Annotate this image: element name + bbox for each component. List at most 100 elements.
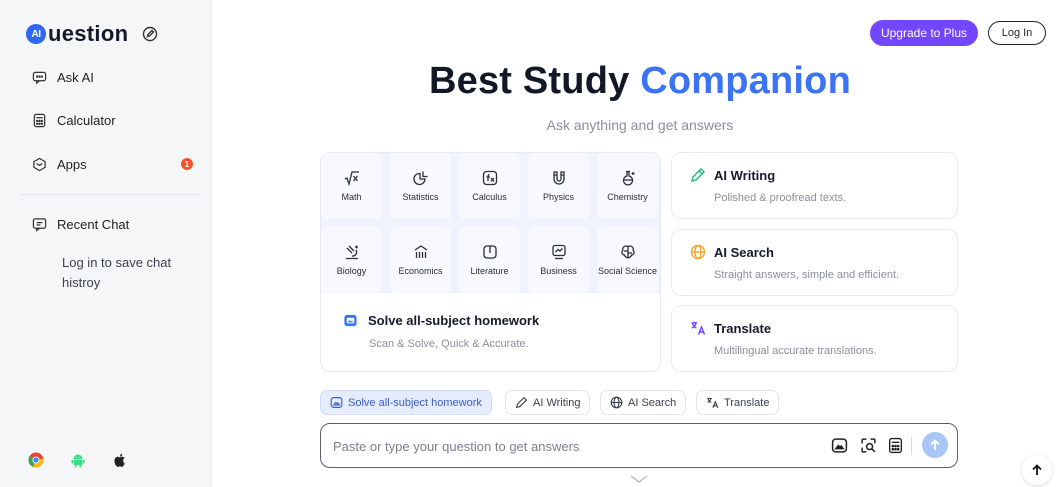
question-box xyxy=(320,423,958,468)
subject-tile-social-science[interactable]: Social Science xyxy=(597,227,658,293)
scroll-to-top-button[interactable] xyxy=(1022,455,1052,485)
feature-card-translate[interactable]: Translate Multilingual accurate translat… xyxy=(671,305,958,372)
sidebar-item-label: Ask AI xyxy=(57,70,94,85)
feature-title: AI Search xyxy=(714,245,774,260)
logo-badge: AI xyxy=(26,24,46,44)
chip-ai-search[interactable]: AI Search xyxy=(600,390,687,415)
translate-icon xyxy=(707,397,719,408)
subject-label: Business xyxy=(540,266,577,276)
sidebar-item-calculator[interactable]: Calculator xyxy=(32,113,116,128)
sidebar-item-ask-ai[interactable]: Ask AI xyxy=(32,70,94,85)
toolbar-divider xyxy=(911,437,912,455)
chip-label: AI Writing xyxy=(533,396,581,409)
apps-icon xyxy=(33,157,46,172)
chip-translate[interactable]: Translate xyxy=(696,390,780,415)
homework-card[interactable]: Math Statistics Calculus Physics Chemist… xyxy=(320,152,661,372)
feature-title: Translate xyxy=(714,321,772,336)
chevron-down-icon[interactable] xyxy=(630,474,648,484)
globe-icon xyxy=(690,244,706,260)
homework-title: Solve all-subject homework xyxy=(343,313,539,328)
chrome-icon[interactable] xyxy=(28,452,44,468)
title-accent: Companion xyxy=(640,60,852,102)
apple-icon[interactable] xyxy=(112,452,128,468)
chip-label: Translate xyxy=(724,396,770,409)
subject-label: Biology xyxy=(336,266,367,276)
page-subtitle: Ask anything and get answers xyxy=(546,117,734,133)
sidebar-item-label: Apps xyxy=(57,157,87,172)
chat-icon xyxy=(32,71,47,85)
page-title: Best Study Companion xyxy=(320,60,960,103)
feature-card-ai-search[interactable]: AI Search Straight answers, simple and e… xyxy=(671,229,958,296)
statistics-icon xyxy=(412,171,427,186)
recent-chat-icon xyxy=(32,218,47,232)
scan-image-icon xyxy=(344,314,357,327)
question-input[interactable] xyxy=(333,434,813,458)
subject-tile-statistics[interactable]: Statistics xyxy=(390,153,451,219)
feature-card-ai-writing[interactable]: AI Writing Polished & proofread texts. xyxy=(671,152,958,219)
subject-label: Social Science xyxy=(597,266,658,276)
microscope-icon xyxy=(345,245,358,260)
subject-label: Economics xyxy=(398,266,443,276)
edit-icon[interactable] xyxy=(142,26,158,42)
bar-chart-icon xyxy=(414,245,427,258)
send-button[interactable] xyxy=(922,432,948,458)
apps-badge: 1 xyxy=(181,158,193,170)
subject-tile-chemistry[interactable]: Chemistry xyxy=(597,153,658,219)
chip-ai-writing[interactable]: AI Writing xyxy=(505,390,591,415)
subject-tile-literature[interactable]: Literature xyxy=(459,227,520,293)
scan-image-icon xyxy=(330,397,343,408)
scan-search-icon[interactable] xyxy=(860,437,877,454)
subject-tile-math[interactable]: Math xyxy=(321,153,382,219)
logo-text: uestion xyxy=(48,21,129,46)
subject-tile-calculus[interactable]: Calculus xyxy=(459,153,520,219)
login-button[interactable]: Log In xyxy=(988,21,1046,45)
sidebar-divider xyxy=(20,194,202,195)
feature-subtitle: Polished & proofread texts. xyxy=(714,192,847,204)
subject-label: Calculus xyxy=(472,192,507,202)
homework-title-text: Solve all-subject homework xyxy=(368,313,540,328)
brain-icon xyxy=(620,245,635,259)
android-icon[interactable] xyxy=(70,452,86,468)
magnet-icon xyxy=(552,171,565,185)
subject-tile-business[interactable]: Business xyxy=(528,227,589,293)
sidebar-item-label: Calculator xyxy=(57,113,116,128)
pen-icon xyxy=(515,396,528,409)
logo[interactable]: AI uestion xyxy=(26,18,158,50)
sidebar-item-apps[interactable]: Apps xyxy=(32,157,87,172)
subject-tile-economics[interactable]: Economics xyxy=(390,227,451,293)
chip-homework[interactable]: Solve all-subject homework xyxy=(320,390,492,415)
feature-title: AI Writing xyxy=(714,168,776,183)
pen-icon xyxy=(691,168,705,182)
subject-tile-biology[interactable]: Biology xyxy=(321,227,382,293)
flask-icon xyxy=(622,170,634,186)
sidebar-item-recent-chat[interactable]: Recent Chat xyxy=(32,217,129,232)
platform-links xyxy=(28,452,128,468)
book-icon xyxy=(482,245,497,259)
arrow-up-icon xyxy=(1032,464,1042,475)
function-icon xyxy=(482,170,497,186)
subject-label: Physics xyxy=(542,192,574,202)
translate-icon xyxy=(691,321,706,335)
calculator-icon[interactable] xyxy=(887,437,904,454)
subject-grid: Math Statistics Calculus Physics Chemist… xyxy=(321,153,660,293)
image-upload-icon[interactable] xyxy=(831,437,848,454)
sqrt-icon xyxy=(344,171,359,186)
arrow-up-icon xyxy=(930,439,940,450)
subject-label: Chemistry xyxy=(607,192,648,202)
sidebar-item-label: Recent Chat xyxy=(57,217,130,232)
login-note: Log in to save chat histroy xyxy=(62,255,172,290)
subject-tile-physics[interactable]: Physics xyxy=(528,153,589,219)
upgrade-button[interactable]: Upgrade to Plus xyxy=(870,20,978,46)
globe-icon xyxy=(610,396,623,409)
title-main: Best Study xyxy=(428,60,630,102)
feature-subtitle: Multilingual accurate translations. xyxy=(714,345,877,357)
feature-subtitle: Straight answers, simple and efficient. xyxy=(714,269,900,281)
chip-label: Solve all-subject homework xyxy=(348,396,482,409)
subject-label: Literature xyxy=(470,266,509,276)
sidebar: AI uestion Ask AI Calculator Apps 1 Rece… xyxy=(0,0,212,487)
subject-label: Math xyxy=(341,192,362,202)
homework-subtitle: Scan & Solve, Quick & Accurate. xyxy=(369,338,529,350)
business-chart-icon xyxy=(551,244,566,260)
subject-label: Statistics xyxy=(402,192,439,202)
chip-label: AI Search xyxy=(628,396,677,409)
